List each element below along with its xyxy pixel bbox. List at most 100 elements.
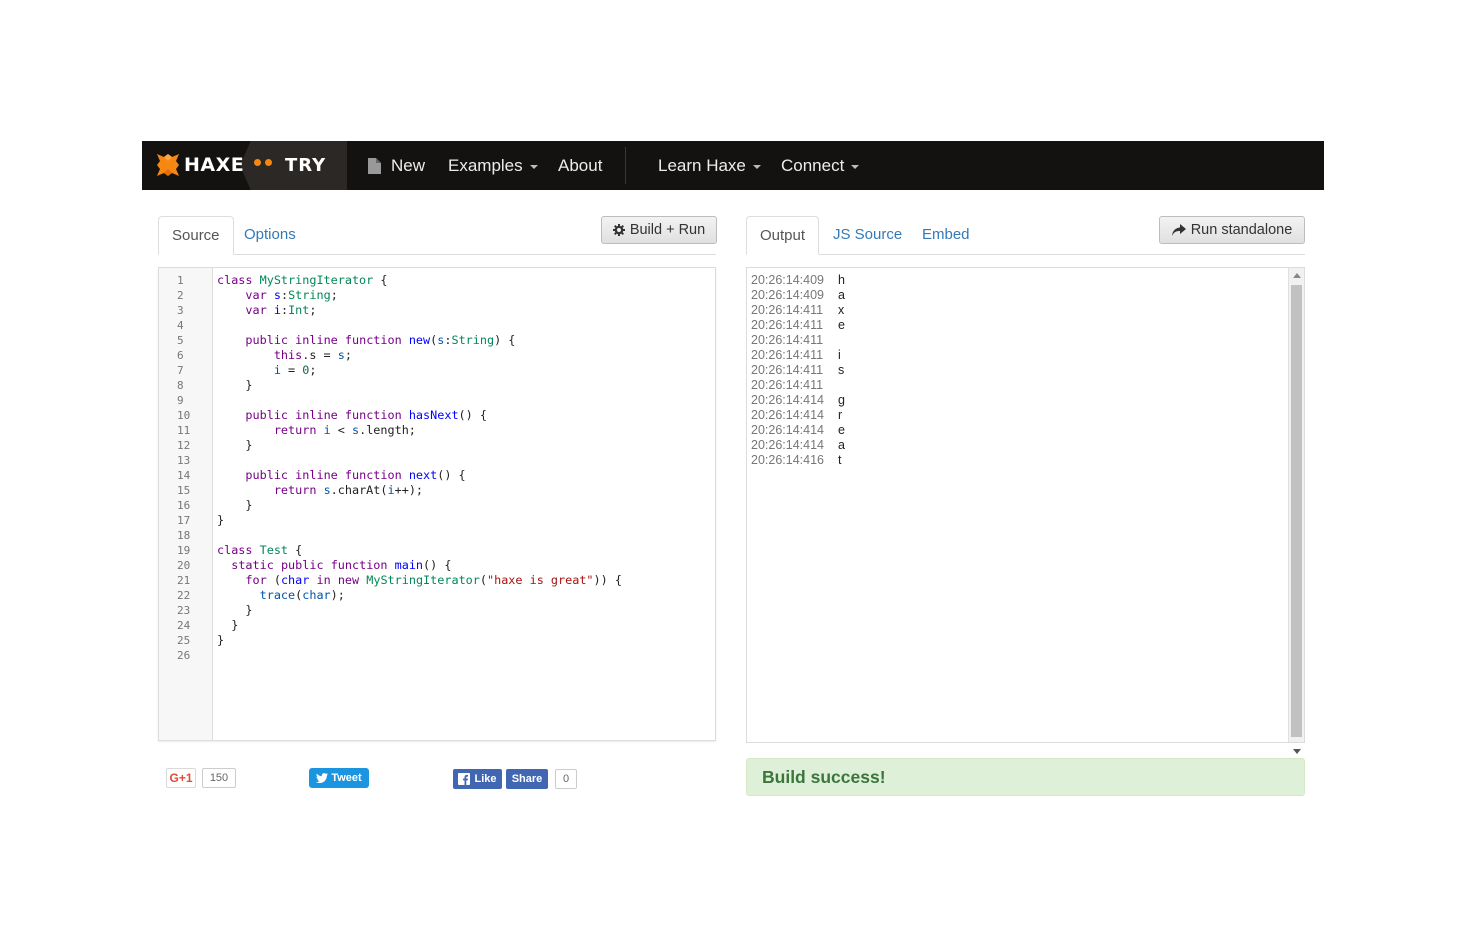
facebook-icon <box>458 773 471 785</box>
code-token: MyStringIterator <box>259 273 374 287</box>
output-row: 20:26:14:414 g <box>751 393 845 408</box>
output-timestamp: 20:26:14:414 <box>751 408 824 422</box>
fb-share-button[interactable]: Share <box>506 769 548 789</box>
output-value: r <box>838 408 843 422</box>
code-token: function <box>344 333 402 347</box>
scroll-thumb[interactable] <box>1291 285 1302 737</box>
file-icon <box>368 157 381 174</box>
output-panel[interactable]: 20:26:14:409 h 20:26:14:409 a 20:26:14:411 x 2… <box>746 267 1305 754</box>
code-token: ; <box>344 348 352 362</box>
output-row: 20:26:14:414 r <box>751 408 845 423</box>
nav-learn-haxe[interactable]: Learn Haxe <box>658 141 761 190</box>
nav-divider <box>625 147 626 184</box>
code-token: inline <box>295 408 338 422</box>
code-token: i <box>273 363 281 377</box>
caret-down-icon <box>851 164 860 169</box>
code-token: ) { <box>494 333 516 347</box>
code-line: } <box>217 513 622 528</box>
line-number: 5 <box>177 334 184 347</box>
haxe-logo-icon <box>157 154 179 176</box>
code-token: } <box>231 618 239 632</box>
tab-embed[interactable]: Embed <box>909 216 983 253</box>
line-number: 15 <box>177 484 191 497</box>
code-line: var s:String; <box>217 288 622 303</box>
tweet-button[interactable]: Tweet <box>309 768 369 788</box>
code-token: } <box>245 438 253 452</box>
code-token: class <box>217 543 253 557</box>
build-run-label: Build + Run <box>629 222 706 238</box>
line-number: 23 <box>177 604 191 617</box>
code-token: MyStringIterator <box>366 573 480 587</box>
code-token: .length; <box>359 423 416 437</box>
nav-new[interactable]: New <box>368 141 425 190</box>
output-row: 20:26:14:414 e <box>751 423 845 438</box>
code-line: } <box>217 603 622 618</box>
nav-about[interactable]: About <box>558 141 602 190</box>
output-row: 20:26:14:411 e <box>751 318 845 333</box>
code-token: )) { <box>593 573 622 587</box>
twitter-bird-icon <box>316 773 329 783</box>
code-token: trace <box>259 588 296 602</box>
tab-js-source[interactable]: JS Source <box>820 216 915 253</box>
tweet-label: Tweet <box>331 772 362 784</box>
nav-connect[interactable]: Connect <box>781 141 860 190</box>
brand-try-label: TRY <box>285 155 327 176</box>
code-line: } <box>217 618 622 633</box>
gear-icon <box>612 224 625 236</box>
output-scrollbar[interactable] <box>1288 268 1304 754</box>
code-token: ; <box>309 303 317 317</box>
fb-like-button[interactable]: Like <box>453 769 502 789</box>
share-arrow-icon <box>1171 224 1186 236</box>
line-number: 1 <box>177 274 184 287</box>
code-token: main <box>394 558 424 572</box>
code-token: } <box>245 378 253 392</box>
output-row: 20:26:14:411 x <box>751 303 845 318</box>
line-number: 17 <box>177 514 191 527</box>
code-token: } <box>245 498 253 512</box>
line-number: 21 <box>177 574 191 587</box>
code-token: for <box>245 573 267 587</box>
line-number: 9 <box>177 394 184 407</box>
brand-logo[interactable]: HAXE TRY <box>142 141 347 190</box>
code-token: ( <box>479 573 487 587</box>
code-token: return <box>273 483 317 497</box>
code-line: trace(char); <box>217 588 622 603</box>
gplus-button[interactable]: G+1 <box>166 768 196 788</box>
code-token: ; <box>309 363 317 377</box>
tab-source[interactable]: Source <box>158 216 234 255</box>
build-run-button[interactable]: Build + Run <box>601 216 717 244</box>
code-content[interactable]: class MyStringIterator { var s:String; v… <box>217 273 622 663</box>
run-standalone-button[interactable]: Run standalone <box>1159 216 1305 244</box>
code-token: new <box>337 573 360 587</box>
scroll-down-icon[interactable] <box>1293 749 1301 754</box>
nav-new-label: New <box>391 155 426 175</box>
output-timestamp: 20:26:14:411 <box>751 318 824 332</box>
line-number: 2 <box>177 289 184 302</box>
nav-examples[interactable]: Examples <box>448 141 538 190</box>
line-number: 13 <box>177 454 191 467</box>
line-number: 14 <box>177 469 191 482</box>
code-token: : <box>280 303 289 317</box>
line-number: 16 <box>177 499 191 512</box>
tab-options[interactable]: Options <box>231 216 309 253</box>
fb-like-label: Like <box>474 773 497 785</box>
code-token: .s = <box>302 348 338 362</box>
output-row: 20:26:14:411 <box>751 378 845 393</box>
output-value: e <box>838 318 845 332</box>
output-value: s <box>838 363 845 377</box>
brand-name: HAXE <box>184 154 245 176</box>
output-row: 20:26:14:409 a <box>751 288 845 303</box>
tab-output[interactable]: Output <box>746 216 820 255</box>
output-value: h <box>838 273 845 287</box>
code-token: () { <box>423 558 452 572</box>
line-number: 20 <box>177 559 191 572</box>
line-number: 11 <box>177 424 191 437</box>
code-editor[interactable]: 1 2 3 4 5 6 7 8 9 10 11 12 13 14 15 16 17 18 19 20 21 22 23 24 2… <box>158 267 716 741</box>
scroll-up-icon[interactable] <box>1293 273 1301 278</box>
nav-learn-haxe-label: Learn Haxe <box>658 155 746 175</box>
code-token: var <box>245 303 267 317</box>
line-number: 12 <box>177 439 191 452</box>
code-token: static <box>231 558 274 572</box>
